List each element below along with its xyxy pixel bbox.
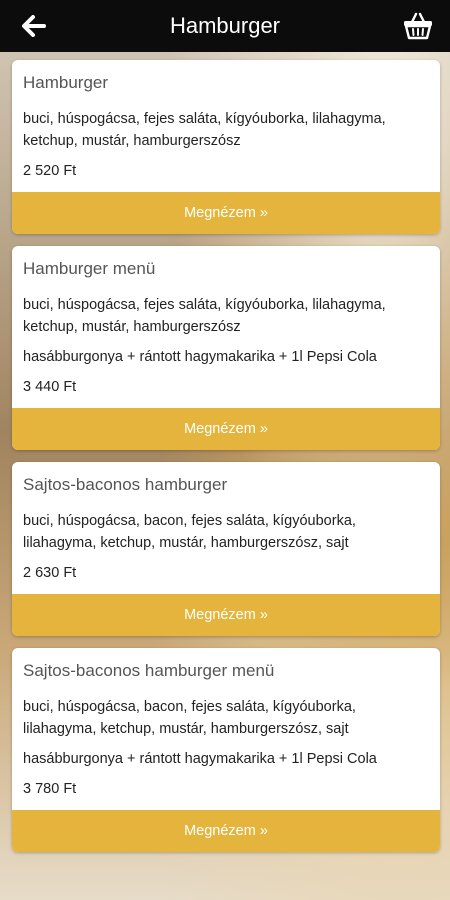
view-button[interactable]: Megnézem » [12,408,440,450]
product-name: Sajtos-baconos hamburger menü [23,661,275,680]
product-card-cheese-bacon-hamburger-menu: Sajtos-baconos hamburger menü buci, húsp… [12,648,440,852]
product-list: Hamburger buci, húspogácsa, fejes saláta… [12,60,440,864]
product-card-hamburger-menu: Hamburger menü buci, húspogácsa, fejes s… [12,246,440,450]
product-name: Hamburger menü [23,259,156,278]
view-button[interactable]: Megnézem » [12,594,440,636]
view-button[interactable]: Megnézem » [12,192,440,234]
product-description: buci, húspogácsa, fejes saláta, kígyóubo… [23,111,386,149]
view-button[interactable]: Megnézem » [12,810,440,852]
top-bar: Hamburger [0,0,450,52]
product-extras: hasábburgonya + rántott hagymakarika + 1… [23,751,377,767]
page-title: Hamburger [169,13,281,38]
product-card-cheese-bacon-hamburger: Sajtos-baconos hamburger buci, húspogács… [12,462,440,636]
basket-button[interactable] [400,8,436,44]
product-extras: hasábburgonya + rántott hagymakarika + 1… [23,349,377,365]
product-card-hamburger: Hamburger buci, húspogácsa, fejes saláta… [12,60,440,234]
product-price: 2 520 Ft [23,163,77,179]
product-name: Hamburger [23,73,109,92]
product-name: Sajtos-baconos hamburger [23,475,228,494]
product-description: buci, húspogácsa, bacon, fejes saláta, k… [23,699,356,737]
basket-icon [404,12,432,40]
product-price: 3 440 Ft [23,379,77,395]
product-price: 3 780 Ft [23,781,77,797]
product-price: 2 630 Ft [23,565,77,581]
product-description: buci, húspogácsa, bacon, fejes saláta, k… [23,513,356,551]
product-description: buci, húspogácsa, fejes saláta, kígyóubo… [23,297,386,335]
